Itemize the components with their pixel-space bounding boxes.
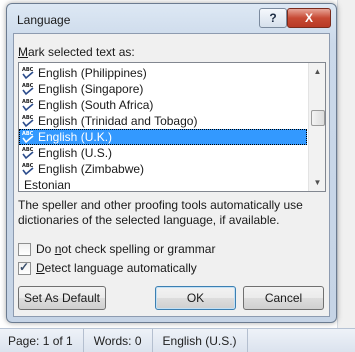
spellcheck-icon: ABC: [22, 67, 34, 80]
spellcheck-icon: ABC: [22, 163, 34, 176]
list-item[interactable]: ABC English (U.S.): [19, 145, 307, 161]
label-part: etect language automatically: [44, 261, 197, 275]
status-word-count[interactable]: Words: 0: [84, 329, 153, 352]
do-not-check-label: Do not check spelling or grammar: [36, 242, 215, 256]
list-item[interactable]: ABC English (Zimbabwe): [19, 161, 307, 177]
list-item-label: English (South Africa): [38, 98, 154, 112]
list-scrollbar[interactable]: ▲ ▼: [308, 63, 325, 191]
list-item[interactable]: Estonian: [19, 177, 307, 192]
label-part: Do: [36, 242, 55, 256]
label-part: ot check spelling or grammar: [61, 242, 216, 256]
do-not-check-spelling-option[interactable]: Do not check spelling or grammar: [18, 241, 215, 257]
list-item-label: Estonian: [24, 178, 71, 192]
list-item[interactable]: ABC English (Trinidad and Tobago): [19, 113, 307, 129]
close-icon: X: [304, 11, 313, 25]
dialog-titlebar[interactable]: Language ? X: [7, 4, 336, 32]
dialog-client-area: Mark selected text as: ABC English (Phili…: [13, 33, 330, 317]
list-item-label: English (U.S.): [38, 146, 113, 160]
cancel-button[interactable]: Cancel: [243, 286, 324, 310]
scroll-thumb[interactable]: [311, 110, 325, 126]
spellcheck-icon: ABC: [22, 83, 34, 96]
label-text: ark selected text as:: [28, 45, 135, 59]
label-mnemonic: M: [18, 45, 28, 59]
document-margin: [0, 0, 5, 328]
ok-button[interactable]: OK: [155, 286, 236, 310]
language-list: ABC English (Philippines) ABC English (Sing…: [19, 65, 307, 192]
status-bar: Page: 1 of 1 Words: 0 English (U.S.): [0, 328, 355, 352]
mark-selected-text-label: Mark selected text as:: [18, 45, 135, 59]
do-not-check-checkbox[interactable]: [18, 242, 31, 256]
list-item[interactable]: ABC English (U.K.): [19, 129, 307, 145]
list-item-label: English (Zimbabwe): [38, 162, 145, 176]
detect-language-option[interactable]: ✓ Detect language automatically: [18, 260, 197, 276]
spellcheck-icon: ABC: [22, 147, 34, 160]
list-item-label: English (Singapore): [38, 82, 144, 96]
list-item-label: English (U.K.): [38, 130, 113, 144]
status-language[interactable]: English (U.S.): [153, 329, 248, 352]
dialog-title: Language: [17, 13, 71, 27]
language-listbox[interactable]: ABC English (Philippines) ABC English (Sing…: [18, 62, 326, 192]
window-scrollbar-area: [337, 0, 355, 328]
list-item[interactable]: ABC English (South Africa): [19, 97, 307, 113]
scroll-down-arrow-icon[interactable]: ▼: [309, 174, 325, 191]
language-dialog: Language ? X Mark selected text as: ABC E…: [6, 3, 337, 323]
detect-language-checkbox[interactable]: ✓: [18, 259, 31, 275]
help-icon: ?: [269, 11, 277, 25]
list-item[interactable]: ABC English (Philippines): [19, 65, 307, 81]
spellcheck-icon: ABC: [22, 99, 34, 112]
close-button[interactable]: X: [287, 8, 331, 28]
checkmark-icon: ✓: [19, 259, 30, 274]
list-item[interactable]: ABC English (Singapore): [19, 81, 307, 97]
spellcheck-icon: ABC: [22, 131, 34, 144]
help-button[interactable]: ?: [259, 8, 287, 28]
description-text: The speller and other proofing tools aut…: [18, 198, 303, 227]
set-as-default-button[interactable]: Set As Default: [18, 286, 106, 310]
scroll-up-arrow-icon[interactable]: ▲: [309, 63, 325, 80]
spellcheck-icon: ABC: [22, 115, 34, 128]
detect-language-label: Detect language automatically: [36, 261, 197, 275]
status-page-count[interactable]: Page: 1 of 1: [0, 329, 84, 352]
list-item-label: English (Philippines): [38, 66, 147, 80]
label-mnemonic: D: [36, 261, 45, 275]
list-item-label: English (Trinidad and Tobago): [38, 114, 198, 128]
